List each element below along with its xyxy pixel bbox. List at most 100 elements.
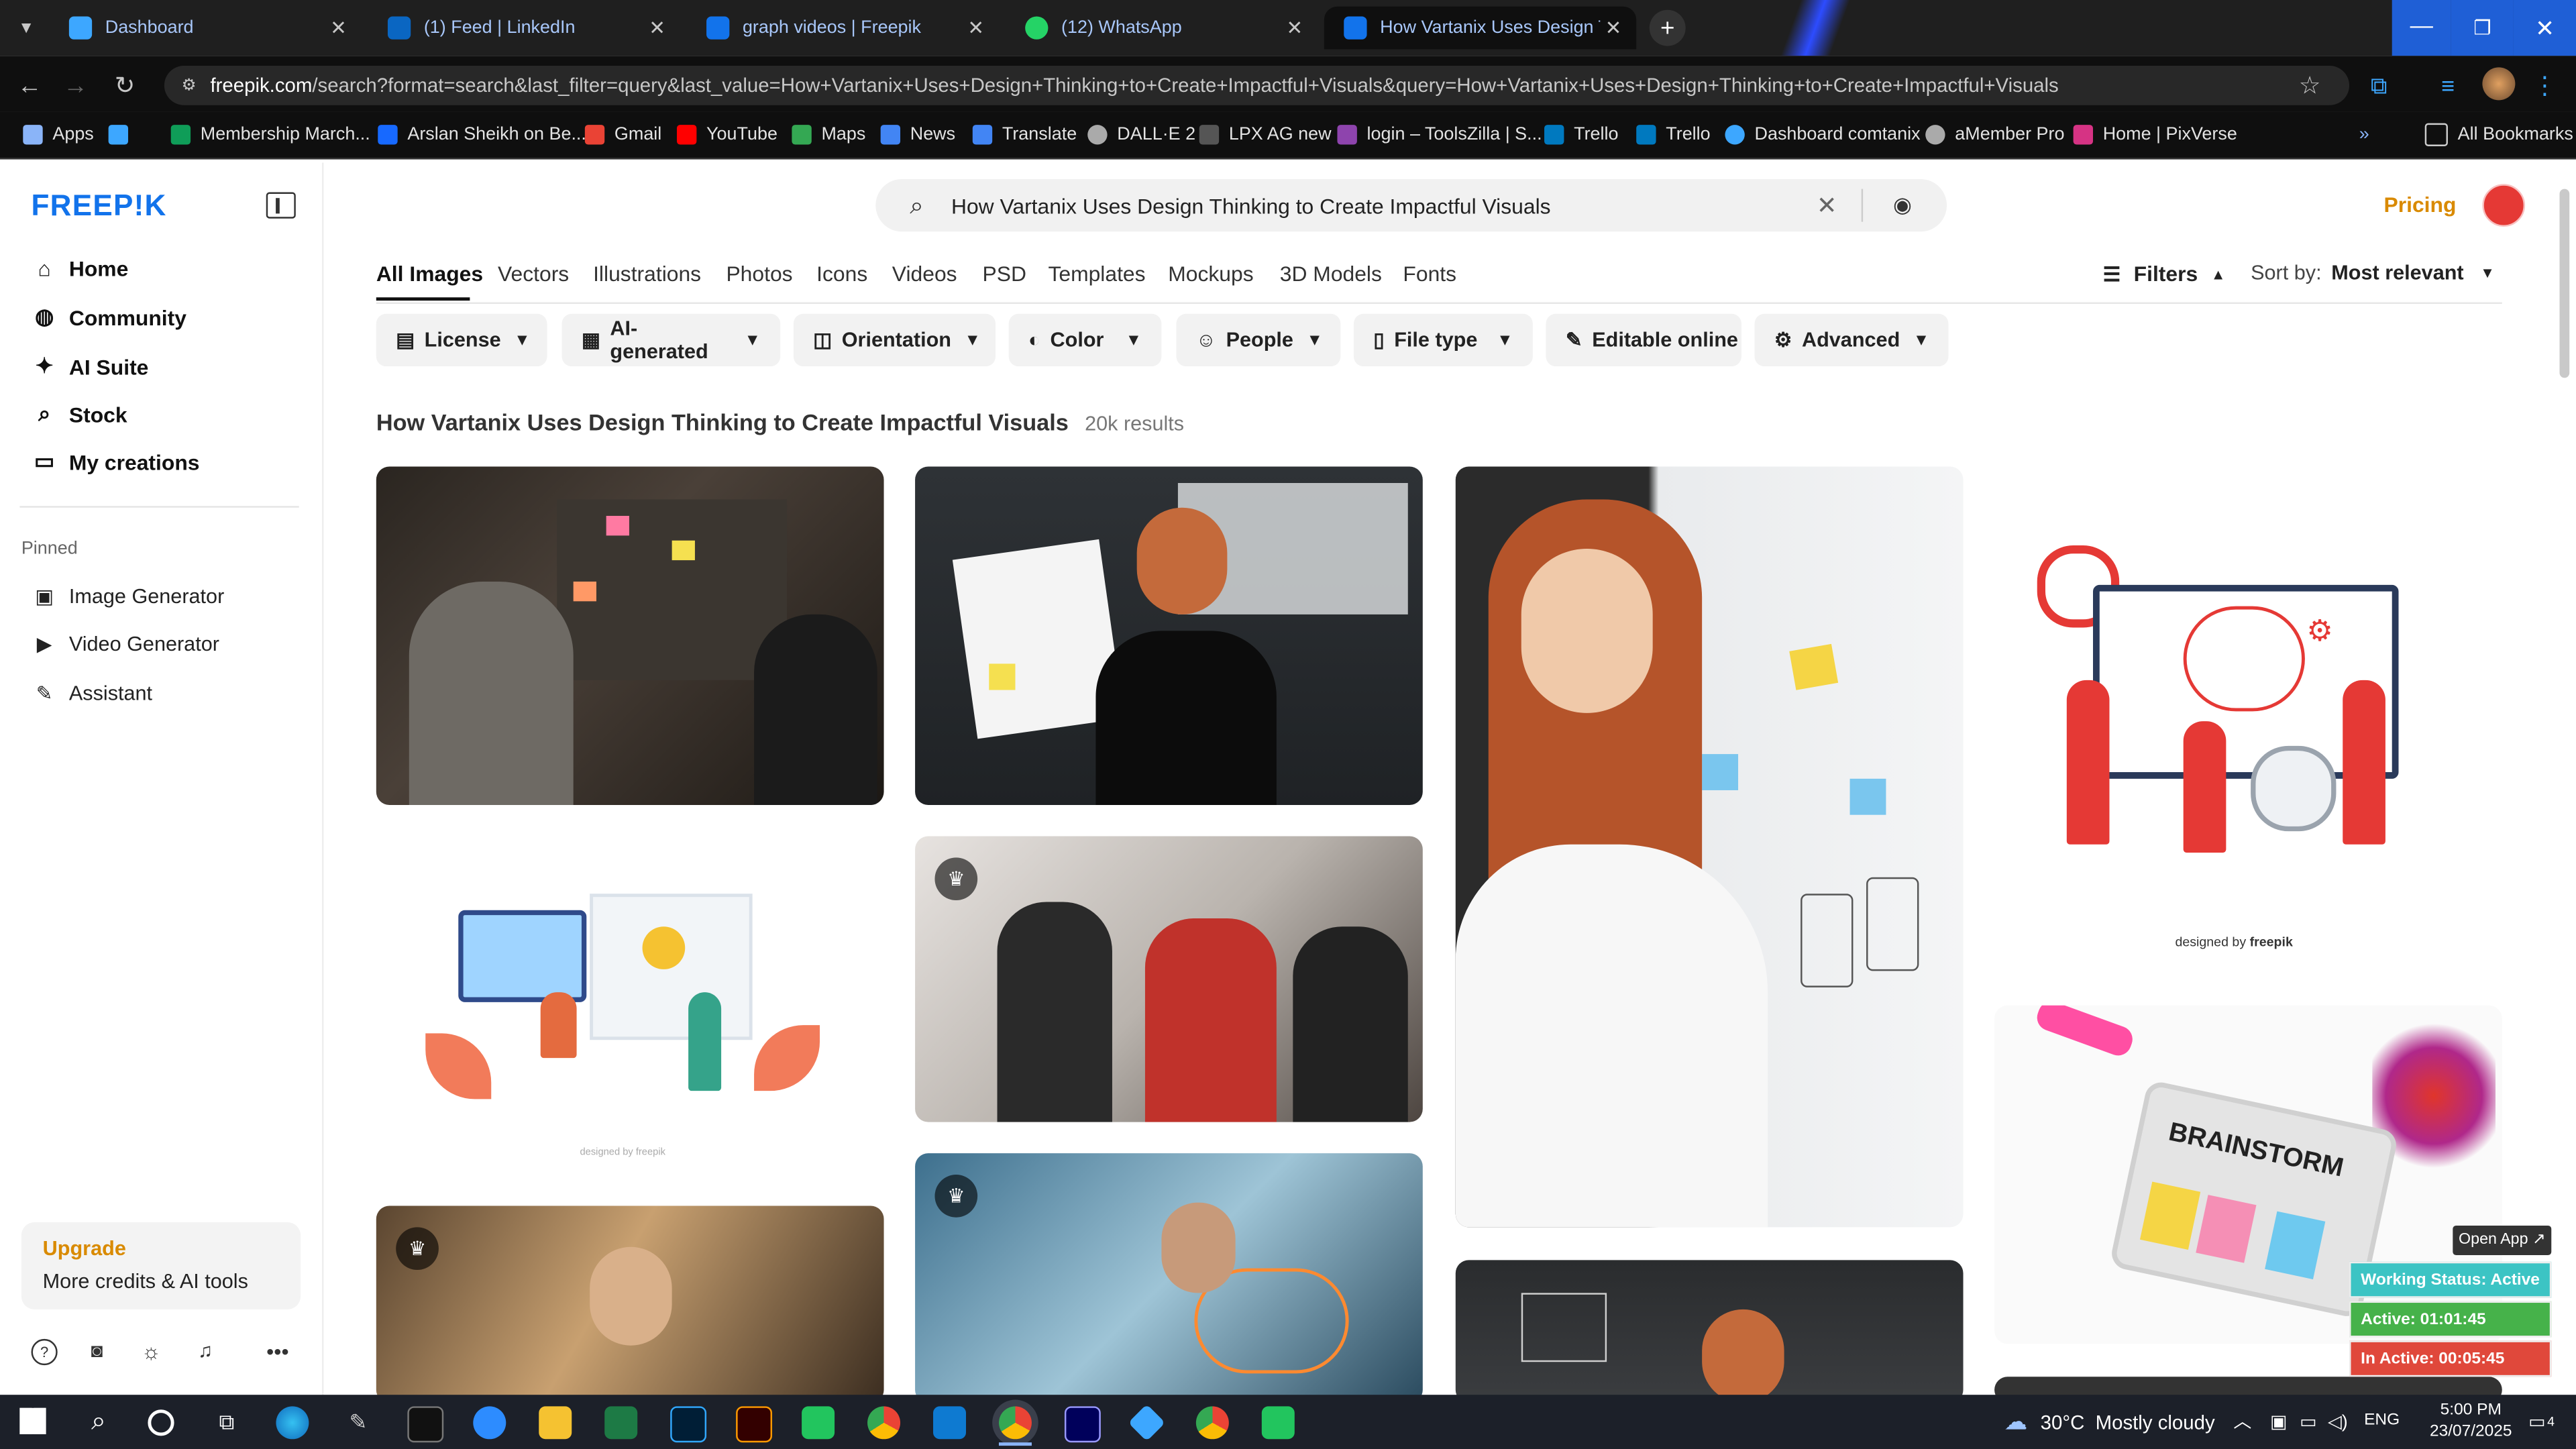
tab-all-images[interactable]: All Images	[376, 261, 483, 286]
search-input[interactable]: How Vartanix Uses Design Thinking to Cre…	[951, 194, 1551, 219]
filter-editable-online[interactable]: ✎ Editable online	[1546, 313, 1741, 367]
tab-fonts[interactable]: Fonts	[1403, 261, 1456, 286]
close-icon[interactable]: ✕	[644, 16, 670, 39]
browser-tab-linkedin[interactable]: (1) Feed | LinkedIn ✕	[368, 7, 680, 50]
result-image-woman-whiteboard[interactable]	[1455, 466, 1964, 1228]
user-avatar[interactable]	[2482, 184, 2526, 227]
close-icon[interactable]: ✕	[1281, 16, 1307, 39]
sidebar-item-my-creations[interactable]: ▭ My creations	[33, 449, 200, 475]
close-icon[interactable]: ✕	[1600, 16, 1626, 39]
close-icon[interactable]: ✕	[963, 16, 989, 39]
bookmark-amember[interactable]: aMember Pro	[1925, 121, 2064, 148]
bookmarks-overflow-icon[interactable]: »	[2359, 121, 2369, 148]
taskbar-zoom-icon[interactable]	[473, 1406, 506, 1440]
sidebar-item-image-generator[interactable]: ▣ Image Generator	[33, 585, 224, 608]
sidebar-item-assistant[interactable]: ✎ Assistant	[33, 682, 152, 704]
bookmark-news[interactable]: News	[880, 121, 955, 148]
taskbar-chrome-2-icon[interactable]	[1195, 1406, 1229, 1440]
bookmark-lpx[interactable]: LPX AG new	[1199, 121, 1332, 148]
taskbar-vscode-icon[interactable]	[933, 1406, 967, 1440]
notification-icon[interactable]: ♫	[193, 1337, 219, 1363]
close-icon[interactable]: ✕	[325, 16, 352, 39]
filter-color[interactable]: ◐ Color ▼	[1008, 313, 1162, 367]
bookmark-trello-2[interactable]: Trello	[1636, 121, 1711, 148]
profile-avatar[interactable]	[2482, 67, 2516, 101]
taskbar-search-icon[interactable]: ⌕	[82, 1406, 115, 1439]
result-image-team-brain-illustration[interactable]: ⚙ designed by freepik	[1994, 466, 2502, 969]
browser-tab-active[interactable]: How Vartanix Uses Design Thin ✕	[1324, 6, 1637, 50]
all-bookmarks[interactable]: All Bookmarks	[2424, 121, 2573, 148]
sort-dropdown[interactable]: Sort by: Most relevant ▼	[2251, 261, 2495, 284]
filter-orientation[interactable]: ◫ Orientation ▼	[793, 313, 996, 367]
tab-videos[interactable]: Videos	[892, 261, 957, 286]
taskbar-photoshop-icon[interactable]	[670, 1406, 707, 1443]
discord-icon[interactable]: ◙	[84, 1339, 110, 1362]
browser-tab-dashboard[interactable]: Dashboard ✕	[49, 7, 361, 50]
taskbar-excel-icon[interactable]	[604, 1406, 638, 1440]
browser-menu-icon[interactable]: ⋮	[2532, 69, 2557, 102]
extensions-icon[interactable]: ⧉	[2363, 69, 2396, 102]
camera-icon[interactable]: ◉	[1888, 191, 1917, 220]
browser-tab-whatsapp[interactable]: (12) WhatsApp ✕	[1006, 7, 1318, 50]
bookmark-dashboard-comtanix[interactable]: Dashboard comtanix	[1725, 121, 1921, 148]
tray-monitor-icon[interactable]: ▭	[2297, 1406, 2320, 1436]
tab-templates[interactable]: Templates	[1048, 261, 1145, 286]
tab-search-icon[interactable]: ▼	[10, 13, 43, 43]
weather-widget[interactable]: ☁ 30°C Mostly cloudy	[2004, 1408, 2215, 1436]
taskbar-illustrator-icon[interactable]	[736, 1406, 773, 1443]
bookmark-membership[interactable]: Membership March...	[170, 121, 370, 148]
window-close-button[interactable]: ✕	[2513, 0, 2576, 56]
filter-people[interactable]: ☺ People ▼	[1176, 313, 1341, 367]
result-image-ux-illustration[interactable]: designed by freepik	[376, 836, 884, 1175]
browser-tab-freepik-graph[interactable]: graph videos | Freepik ✕	[687, 7, 999, 50]
url-bar[interactable]: ⚙ freepik.com/search?format=search&last_…	[164, 65, 2350, 105]
taskbar-chrome-icon[interactable]	[867, 1406, 901, 1440]
bookmark-gmail[interactable]: Gmail	[584, 121, 661, 148]
taskbar-app-green-icon[interactable]	[802, 1406, 835, 1440]
filters-button[interactable]: ☰ Filters ▲	[2103, 261, 2226, 286]
bookmark-apps[interactable]: Apps	[23, 121, 94, 148]
upgrade-card[interactable]: Upgrade More credits & AI tools	[21, 1222, 301, 1309]
taskbar-terminal-icon[interactable]	[407, 1406, 444, 1443]
tab-3d-models[interactable]: 3D Models	[1280, 261, 1382, 286]
result-image-man-diagram[interactable]: ♛	[915, 1153, 1423, 1403]
tab-mockups[interactable]: Mockups	[1168, 261, 1253, 286]
tray-language[interactable]: ENG	[2364, 1411, 2400, 1430]
result-image-workshop-photo[interactable]	[376, 466, 884, 806]
windows-start-icon[interactable]	[19, 1407, 46, 1434]
bookmark-translate[interactable]: Translate	[972, 121, 1077, 148]
sidebar-item-video-generator[interactable]: ▶ Video Generator	[33, 633, 219, 655]
back-icon[interactable]: ←	[13, 69, 46, 102]
result-image-woman-sketch[interactable]	[1455, 1260, 1964, 1403]
taskbar-explorer-icon[interactable]	[539, 1406, 572, 1440]
notification-center-icon[interactable]: ▭ 4	[2524, 1406, 2560, 1436]
bookmark-behance[interactable]: Arslan Sheikh on Be...	[378, 121, 586, 148]
taskbar-edge-icon[interactable]	[276, 1406, 309, 1440]
tray-volume-icon[interactable]: ◁)	[2326, 1406, 2349, 1436]
sidebar-item-ai-suite[interactable]: ✦ AI Suite	[33, 354, 149, 380]
tray-clock[interactable]: 5:00 PM 23/07/2025	[2428, 1400, 2514, 1443]
tab-icons[interactable]: Icons	[816, 261, 867, 286]
task-view-icon[interactable]: ⧉	[210, 1406, 243, 1439]
pricing-link[interactable]: Pricing	[2383, 193, 2456, 217]
sidebar-item-stock[interactable]: ⌕ Stock	[33, 401, 127, 427]
result-image-man-photo[interactable]: ♛	[376, 1205, 884, 1403]
window-minimize-button[interactable]: —	[2392, 0, 2451, 56]
tab-photos[interactable]: Photos	[726, 261, 792, 286]
tray-chevron-icon[interactable]: ︿	[2231, 1406, 2254, 1436]
taskbar-app-green-2-icon[interactable]	[1261, 1406, 1295, 1440]
cortana-icon[interactable]	[148, 1409, 174, 1436]
bookmark-trello-1[interactable]: Trello	[1544, 121, 1619, 148]
sidebar-item-community[interactable]: ◍ Community	[33, 304, 186, 330]
tab-vectors[interactable]: Vectors	[498, 261, 569, 286]
more-icon[interactable]: •••	[263, 1337, 292, 1363]
sidebar-item-home[interactable]: ⌂ Home	[33, 256, 128, 281]
filter-advanced[interactable]: ⚙ Advanced ▼	[1754, 313, 1949, 367]
tray-network-icon[interactable]: ▣	[2267, 1406, 2290, 1436]
result-image-team-glass[interactable]: ♛	[915, 836, 1423, 1122]
filter-ai-generated[interactable]: ▦ AI-generated ▼	[561, 313, 781, 367]
sidebar-toggle-icon[interactable]: ▍	[266, 192, 296, 219]
site-info-icon[interactable]: ⚙	[177, 74, 200, 97]
filter-license[interactable]: ▤ License ▼	[376, 313, 547, 367]
new-tab-icon[interactable]: +	[1649, 9, 1686, 46]
